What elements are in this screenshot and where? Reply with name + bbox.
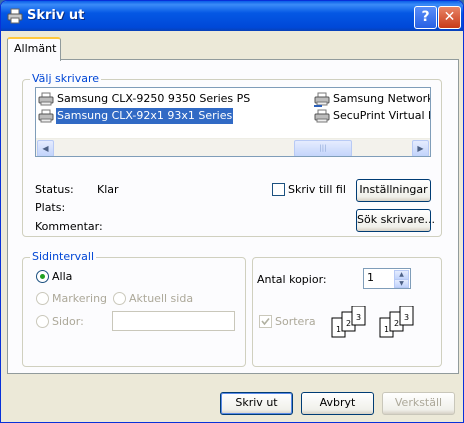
- page-range-legend: Sidintervall: [30, 250, 97, 263]
- network-printer-icon: [314, 92, 330, 107]
- selection-label[interactable]: Markering: [52, 292, 107, 305]
- scroll-left-icon[interactable]: ◀: [37, 140, 54, 156]
- spin-down-icon[interactable]: ▼: [394, 279, 409, 288]
- collate-page-number: 1: [384, 325, 389, 334]
- title-bar[interactable]: Skriv ut ? ✕: [1, 1, 463, 31]
- print-dialog: Skriv ut ? ✕ Allmänt Välj skrivare Samsu…: [0, 0, 464, 423]
- printer-name: SecuPrint Virtual Driv: [333, 109, 430, 122]
- pages-label[interactable]: Sidor:: [52, 315, 84, 328]
- selection-radio[interactable]: [36, 292, 49, 305]
- all-pages-radio[interactable]: [36, 270, 49, 283]
- printer-icon: [7, 8, 23, 24]
- apply-button[interactable]: Verkställ: [382, 392, 455, 415]
- collate-pages-icon: 1 2 3: [331, 306, 366, 338]
- printer-group-legend: Välj skrivare: [30, 72, 101, 85]
- print-button[interactable]: Skriv ut: [220, 392, 293, 415]
- collate-page-number: 2: [346, 319, 351, 328]
- print-to-file-checkbox[interactable]: [272, 183, 285, 196]
- printer-name: Samsung CLX-92x1 93x1 Series: [56, 108, 234, 124]
- collate-label[interactable]: Sortera: [275, 315, 316, 328]
- close-button[interactable]: ✕: [438, 6, 461, 29]
- all-pages-label[interactable]: Alla: [52, 270, 72, 283]
- comment-label: Kommentar:: [35, 220, 103, 233]
- collate-page-number: 3: [404, 313, 409, 322]
- find-printer-button[interactable]: Sök skrivare...: [356, 209, 435, 232]
- checkmark-icon: [261, 317, 270, 326]
- printer-name: Samsung Network Pr: [333, 92, 431, 105]
- horizontal-scrollbar[interactable]: ◀ ||| ▶: [36, 138, 430, 156]
- radio-selected-dot: [40, 274, 45, 279]
- help-button[interactable]: ?: [414, 6, 437, 29]
- printer-name: Samsung CLX-9250 9350 Series PS: [57, 92, 251, 105]
- scroll-thumb[interactable]: |||: [294, 140, 352, 156]
- printer-icon: [38, 109, 54, 123]
- collate-page-number: 2: [394, 319, 399, 328]
- scroll-right-icon[interactable]: ▶: [412, 140, 429, 156]
- location-label: Plats:: [35, 201, 66, 214]
- collate-page-number: 1: [336, 325, 341, 334]
- cancel-button[interactable]: Avbryt: [301, 392, 374, 415]
- copies-spinner[interactable]: 1 ▲ ▼: [363, 268, 411, 289]
- status-label: Status:: [35, 183, 74, 196]
- collate-page-number: 3: [356, 313, 361, 322]
- collate-checkbox[interactable]: [259, 315, 272, 328]
- tab-general[interactable]: Allmänt: [7, 37, 61, 61]
- preferences-button[interactable]: Inställningar: [356, 179, 431, 202]
- current-page-label[interactable]: Aktuell sida: [129, 292, 193, 305]
- window-title: Skriv ut: [27, 8, 85, 23]
- pages-radio[interactable]: [36, 315, 49, 328]
- print-to-file-label[interactable]: Skriv till fil: [288, 183, 346, 196]
- collate-pages-icon: 1 2 3: [379, 306, 414, 338]
- current-page-radio[interactable]: [113, 292, 126, 305]
- pages-input[interactable]: [112, 311, 235, 331]
- printer-icon: [38, 92, 54, 106]
- tab-general-label: Allmänt: [14, 42, 57, 55]
- status-value: Klar: [97, 183, 119, 196]
- copies-label: Antal kopior:: [257, 273, 327, 286]
- printer-list[interactable]: Samsung CLX-9250 9350 Series PS Samsung …: [35, 87, 431, 157]
- printer-icon: [314, 109, 330, 123]
- copies-value: 1: [367, 271, 374, 284]
